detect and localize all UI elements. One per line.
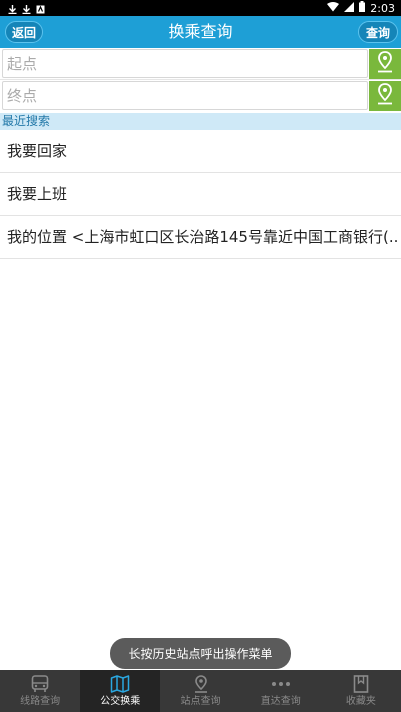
query-button[interactable]: 查询 [358, 21, 398, 43]
title-bar: 返回 换乘查询 查询 [0, 16, 401, 48]
tab-label: 直达查询 [260, 696, 301, 707]
recent-search-list: 我要回家 我要上班 我的位置 <上海市虹口区长治路145号靠近中国工商银行(.. [0, 130, 401, 259]
location-pin-icon [190, 674, 212, 694]
tab-label: 站点查询 [180, 696, 221, 707]
end-input[interactable] [2, 81, 368, 110]
map-icon [109, 674, 131, 694]
tab-label: 收藏夹 [345, 696, 376, 707]
clock: 2:03 [370, 1, 395, 15]
list-item-my-location[interactable]: 我的位置 <上海市虹口区长治路145号靠近中国工商银行(.. [0, 216, 401, 259]
battery-icon [359, 1, 366, 15]
end-locate-button[interactable] [369, 81, 401, 111]
notification-icons [0, 4, 45, 14]
tab-line-query[interactable]: 线路查询 [0, 670, 80, 712]
tab-bus-transfer[interactable]: 公交换乘 [80, 670, 161, 712]
tab-favorites[interactable]: 收藏夹 [321, 670, 401, 712]
page-title: 换乘查询 [168, 22, 233, 41]
location-pin-icon [377, 83, 393, 109]
bus-icon [29, 674, 51, 694]
bottom-nav: 线路查询 公交换乘 站点查询 直达查询 收藏夹 [0, 670, 401, 712]
list-item-go-home[interactable]: 我要回家 [0, 130, 401, 173]
tab-direct-query[interactable]: 直达查询 [241, 670, 321, 712]
tab-label: 公交换乘 [100, 696, 141, 707]
wifi-icon [327, 1, 340, 15]
signal-icon [344, 1, 355, 15]
toast-message: 长按历史站点呼出操作菜单 [110, 638, 291, 669]
start-locate-button[interactable] [369, 49, 401, 79]
location-pin-icon [377, 51, 393, 77]
tab-stop-query[interactable]: 站点查询 [160, 670, 240, 712]
bookmark-icon [350, 674, 372, 694]
system-icons: 2:03 [327, 0, 395, 16]
recent-search-header: 最近搜索 [0, 113, 401, 130]
download-icon [22, 4, 31, 14]
end-row [0, 80, 401, 111]
download-icon [8, 4, 17, 14]
list-item-go-to-work[interactable]: 我要上班 [0, 173, 401, 216]
app-notification-icon [36, 4, 45, 13]
status-bar: 2:03 [0, 0, 401, 16]
page: 2:03 返回 换乘查询 查询 最近搜索 我要回家 我要上班 我的位置 <上海市… [0, 0, 401, 712]
more-dots-icon [270, 674, 292, 694]
tab-label: 线路查询 [20, 696, 61, 707]
start-row [0, 48, 401, 79]
start-input[interactable] [2, 49, 368, 78]
